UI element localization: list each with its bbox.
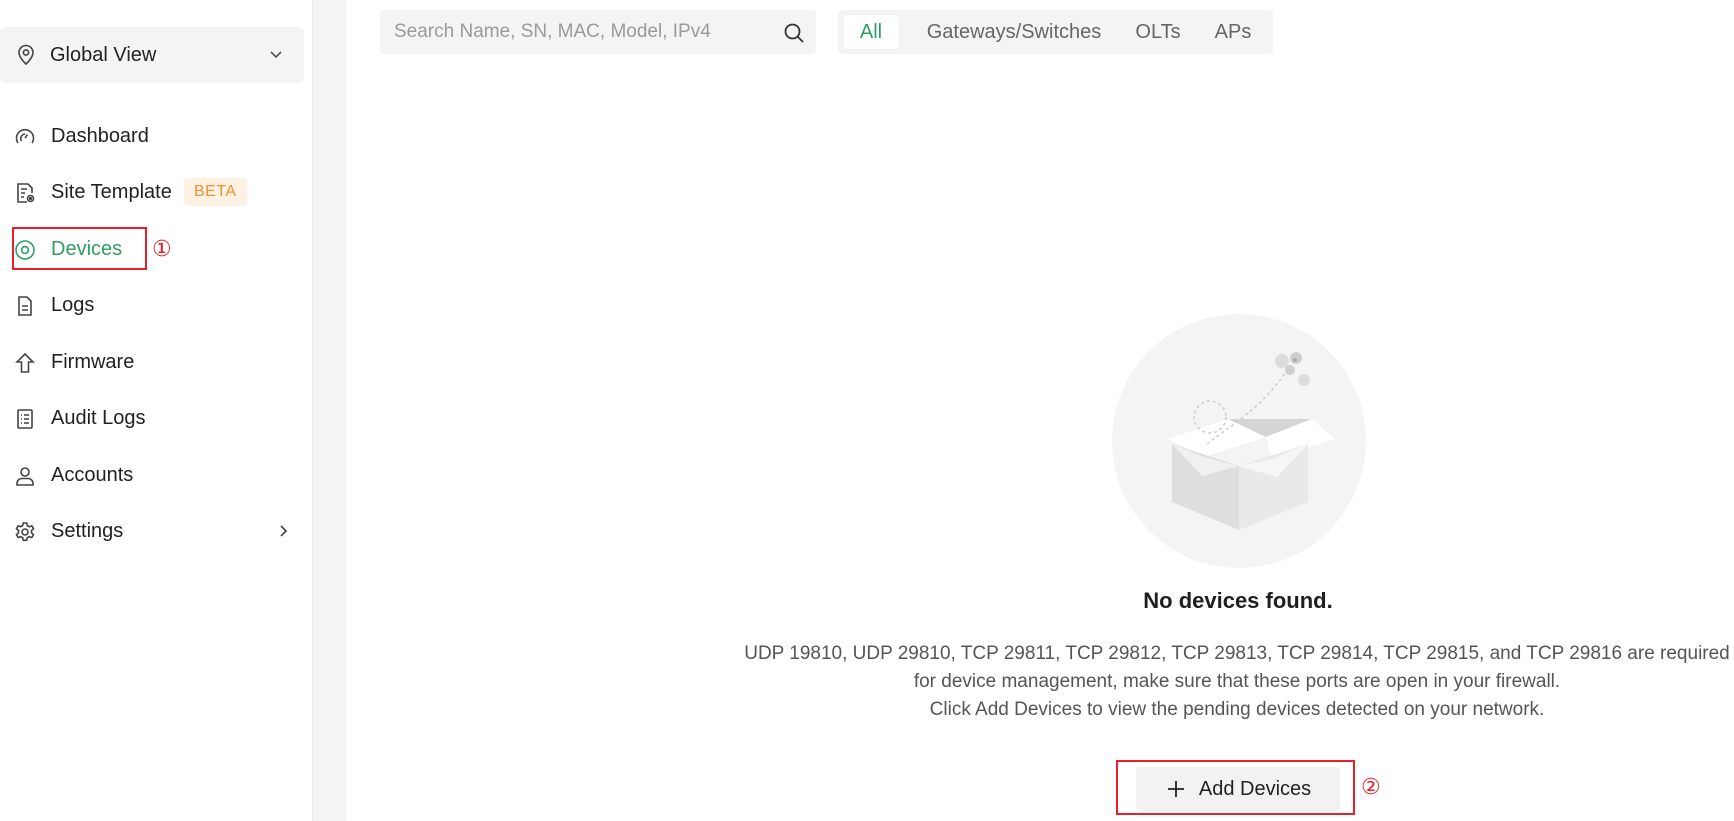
sidebar-item-label: Logs	[51, 293, 95, 316]
tab-aps[interactable]: APs	[1208, 15, 1258, 49]
sidebar-item-firmware[interactable]: Firmware	[0, 342, 304, 382]
gear-icon	[15, 522, 35, 542]
sidebar-item-settings[interactable]: Settings	[0, 511, 304, 551]
search-box	[380, 10, 816, 54]
empty-state-title: No devices found.	[1143, 588, 1333, 613]
site-selector[interactable]: Global View	[0, 27, 304, 83]
empty-state-line: UDP 19810, UDP 29810, TCP 29811, TCP 298…	[744, 643, 1730, 664]
sidebar-item-label: Site Template	[51, 180, 172, 203]
annotation-highlight-add-devices	[1116, 760, 1355, 815]
sidebar: Global View Dashboard Site Template BETA…	[0, 0, 313, 821]
gauge-icon	[15, 128, 35, 144]
empty-state-line: for device management, make sure that th…	[913, 671, 1561, 692]
sidebar-item-label: Accounts	[51, 463, 134, 486]
sidebar-item-label: Firmware	[51, 350, 135, 373]
tab-gateways-switches[interactable]: Gateways/Switches	[918, 15, 1110, 49]
empty-illustration	[1112, 314, 1366, 568]
sidebar-item-dashboard[interactable]: Dashboard	[0, 116, 304, 156]
empty-state-line: Click Add Devices to view the pending de…	[929, 699, 1545, 720]
search-icon[interactable]	[782, 21, 806, 45]
device-type-tabs: All Gateways/Switches OLTs APs	[838, 10, 1273, 54]
annotation-step-1: ①	[152, 236, 172, 261]
sidebar-item-site-template[interactable]: Site Template BETA	[0, 172, 304, 212]
sidebar-item-audit-logs[interactable]: Audit Logs	[0, 398, 304, 438]
tab-all[interactable]: All	[844, 15, 898, 49]
template-icon	[17, 183, 35, 203]
empty-box-icon	[1167, 352, 1335, 530]
sidebar-item-label: Audit Logs	[51, 406, 146, 429]
chevron-down-icon	[270, 51, 282, 59]
sidebar-item-label: Dashboard	[51, 124, 149, 147]
document-icon	[18, 296, 32, 316]
sidebar-item-accounts[interactable]: Accounts	[0, 455, 304, 495]
search-input[interactable]	[380, 10, 760, 54]
upload-arrow-icon	[15, 352, 35, 373]
sidebar-item-label: Settings	[51, 519, 124, 542]
annotation-step-2: ②	[1361, 774, 1381, 799]
empty-state-description: UDP 19810, UDP 29810, TCP 29811, TCP 298…	[740, 640, 1734, 724]
list-icon	[17, 409, 33, 429]
location-pin-icon	[18, 44, 34, 66]
sidebar-item-logs[interactable]: Logs	[0, 285, 304, 325]
annotation-highlight-devices	[12, 227, 147, 270]
tab-olts[interactable]: OLTs	[1128, 15, 1188, 49]
site-selector-label: Global View	[50, 43, 157, 66]
user-icon	[16, 467, 34, 486]
beta-badge: BETA	[184, 178, 247, 206]
chevron-right-icon	[280, 525, 288, 537]
content-gutter	[313, 0, 346, 821]
